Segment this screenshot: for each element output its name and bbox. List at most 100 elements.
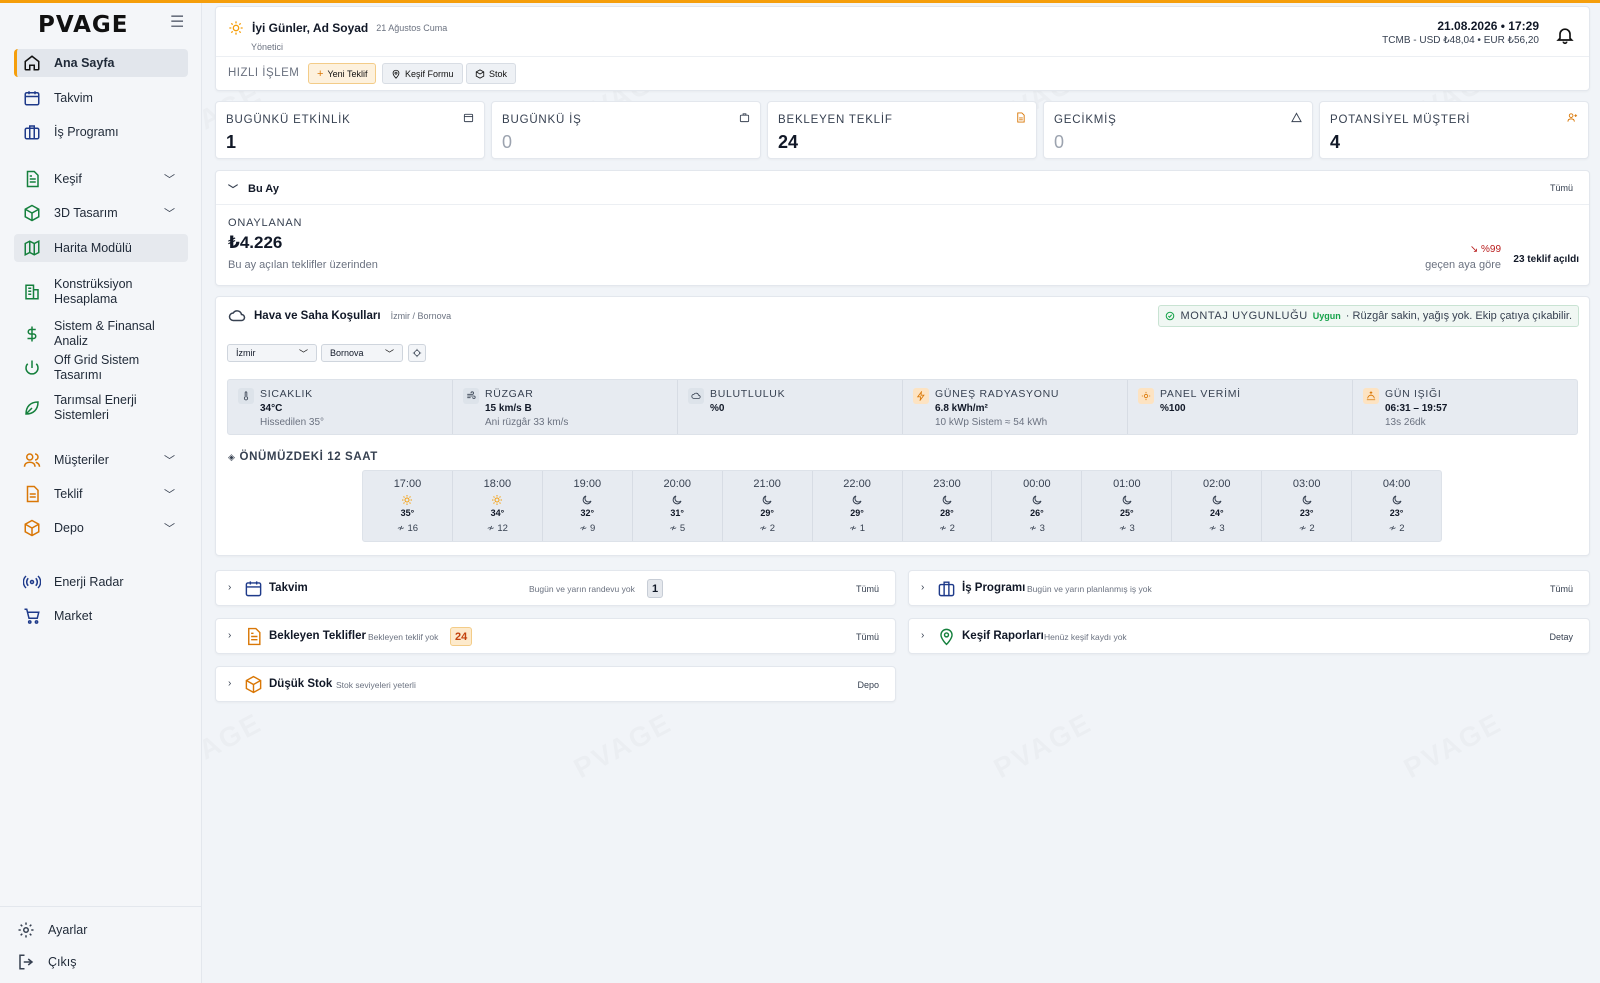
quick-actions-label: HIZLI İŞLEM	[228, 67, 300, 79]
logo[interactable]: PVAGE	[38, 12, 129, 38]
sidebar-item-cikis[interactable]: Çıkış	[8, 948, 182, 976]
chevron-right-icon[interactable]: ›	[228, 582, 231, 593]
panel-kesif-raporlari[interactable]: › Keşif Raporları Henüz keşif kaydı yok …	[908, 618, 1590, 654]
moon-icon	[941, 493, 953, 505]
user-plus-icon	[1567, 113, 1578, 122]
panel-is-programi[interactable]: › İş Programı Bugün ve yarın planlanmış …	[908, 570, 1590, 606]
weather-location: İzmir / Bornova	[390, 311, 452, 321]
sidebar-item-is-programi[interactable]: İş Programı	[14, 118, 188, 146]
sidebar: PVAGE ☰ Ana Sayfa Takvim İş Programı Keş…	[0, 0, 202, 983]
chevron-right-icon[interactable]: ›	[921, 630, 924, 641]
power-icon	[22, 358, 42, 378]
stat-value: 0	[502, 132, 513, 152]
panel-title: İş Programı	[962, 582, 1026, 594]
stat-card-potansiyel[interactable]: POTANSİYEL MÜŞTERİ 4	[1319, 101, 1589, 159]
sidebar-item-depo[interactable]: Depo ﹀	[14, 514, 188, 542]
city-select[interactable]: İzmir ﹀	[227, 344, 317, 362]
sidebar-item-label: Depo	[54, 520, 84, 535]
sidebar-item-ayarlar[interactable]: Ayarlar	[8, 916, 182, 944]
moon-icon	[761, 493, 773, 505]
divider	[216, 56, 1589, 57]
sidebar-item-label: Ana Sayfa	[54, 55, 115, 70]
panel-title: Bekleyen Teklifler	[269, 630, 366, 642]
sidebar-item-3d-tasarim[interactable]: 3D Tasarım ﹀	[14, 199, 188, 227]
sidebar-item-sistem-finansal[interactable]: Sistem & Finansal Analiz	[14, 319, 188, 348]
plus-icon: +	[317, 67, 324, 80]
chevron-down-icon[interactable]: ﹀	[164, 486, 178, 502]
chevron-down-icon[interactable]: ﹀	[164, 452, 178, 468]
approved-subtitle: Bu ay açılan teklifler üzerinden	[228, 259, 378, 271]
panel-link[interactable]: Tümü	[856, 584, 879, 594]
sidebar-item-harita-modulu[interactable]: Harita Modülü	[14, 234, 188, 262]
stat-card-etkinlik[interactable]: BUGÜNKÜ ETKİNLİK 1	[215, 101, 485, 159]
hour-temp: 25°	[1120, 508, 1134, 518]
sidebar-item-market[interactable]: Market	[14, 602, 188, 630]
stat-card-gecikmis[interactable]: GECİKMİŞ 0	[1043, 101, 1313, 159]
new-offer-button[interactable]: + Yeni Teklif	[308, 63, 377, 84]
chevron-down-icon[interactable]: ﹀	[228, 181, 238, 196]
sidebar-item-ana-sayfa[interactable]: Ana Sayfa	[14, 49, 188, 77]
panel-link[interactable]: Depo	[857, 680, 879, 690]
moon-icon	[1211, 493, 1223, 505]
weather-header: Hava ve Saha Koşulları İzmir / Bornova	[228, 307, 451, 325]
chevron-right-icon[interactable]: ›	[228, 630, 231, 641]
panel-subtitle: Bekleyen teklif yok	[368, 632, 439, 642]
sun-icon	[491, 493, 503, 505]
locate-button[interactable]	[408, 344, 426, 362]
sidebar-item-kesif[interactable]: Keşif ﹀	[14, 165, 188, 193]
sidebar-item-musteriler[interactable]: Müşteriler ﹀	[14, 446, 188, 474]
menu-toggle-icon[interactable]: ☰	[170, 15, 186, 31]
hour-temp: 24°	[1209, 508, 1224, 518]
chevron-down-icon: ﹀	[384, 348, 394, 359]
file-icon	[22, 484, 42, 504]
user-role: Yönetici	[251, 42, 284, 52]
chevron-right-icon[interactable]: ›	[228, 678, 231, 689]
chevron-right-icon[interactable]: ›	[921, 582, 924, 593]
hour-time: 00:00	[1023, 478, 1051, 490]
hour-time: 04:00	[1382, 478, 1411, 490]
panel-link[interactable]: Detay	[1549, 632, 1573, 642]
panel-takvim[interactable]: › Takvim Bugün ve yarın randevu yok 1 Tü…	[215, 570, 896, 606]
sidebar-item-takvim[interactable]: Takvim	[14, 84, 188, 112]
hour-time: 03:00	[1292, 478, 1321, 490]
sidebar-item-konstruksiyon[interactable]: Konstrüksiyon Hesaplama	[14, 275, 188, 309]
panel-link[interactable]: Tümü	[1550, 584, 1573, 594]
survey-form-button[interactable]: Keşif Formu	[382, 63, 463, 84]
month-header[interactable]: ﹀ Bu Ay	[228, 181, 279, 197]
current-datetime: 21.08.2026 • 17:29	[1437, 19, 1539, 33]
district-select[interactable]: Bornova ﹀	[321, 344, 403, 362]
sidebar-item-label: Teklif	[54, 486, 83, 501]
stat-card-teklif[interactable]: BEKLEYEN TEKLİF 24	[767, 101, 1037, 159]
stock-button[interactable]: Stok	[466, 63, 517, 84]
sidebar-item-teklif[interactable]: Teklif ﹀	[14, 480, 188, 508]
sidebar-footer	[0, 906, 202, 907]
sidebar-item-off-grid[interactable]: Off Grid Sistem Tasarımı	[14, 353, 188, 382]
package-icon	[22, 518, 42, 538]
lightning-icon	[913, 388, 929, 404]
leaf-icon	[22, 398, 42, 418]
metric-panel-efficiency: PANEL VERİMİ %100	[1128, 380, 1353, 434]
panel-link[interactable]: Tümü	[856, 632, 879, 642]
sidebar-item-label: Ayarlar	[48, 922, 88, 937]
sidebar-item-enerji-radar[interactable]: Enerji Radar	[14, 568, 188, 596]
briefcase-icon	[938, 581, 955, 597]
panel-dusuk-stok[interactable]: › Düşük Stok Stok seviyeleri yeterli Dep…	[215, 666, 896, 702]
chevron-down-icon[interactable]: ﹀	[164, 171, 178, 187]
month-all-link[interactable]: Tümü	[1550, 183, 1573, 193]
sidebar-item-tarimsal-enerji[interactable]: Tarımsal Enerji Sistemleri	[14, 391, 188, 425]
radar-icon	[22, 572, 42, 592]
bell-icon[interactable]	[1555, 25, 1575, 45]
stat-card-is[interactable]: BUGÜNKÜ İŞ 0	[491, 101, 761, 159]
sun-icon	[229, 21, 243, 35]
hour-cell: 18:00 34° ≁ 12	[453, 471, 543, 541]
hour-wind: ≁ 1	[849, 523, 866, 534]
moon-icon	[1301, 493, 1313, 505]
file-icon	[1017, 112, 1025, 123]
hour-temp: 28°	[940, 508, 954, 518]
chevron-down-icon[interactable]: ﹀	[164, 520, 178, 536]
month-summary-card: ﹀ Bu Ay Tümü ONAYLANAN ₺4.226 Bu ay açıl…	[215, 170, 1590, 286]
moon-icon	[851, 493, 863, 505]
count-badge: 1	[647, 579, 664, 598]
panel-bekleyen-teklifler[interactable]: › Bekleyen Teklifler Bekleyen teklif yok…	[215, 618, 896, 654]
chevron-down-icon[interactable]: ﹀	[164, 205, 178, 221]
